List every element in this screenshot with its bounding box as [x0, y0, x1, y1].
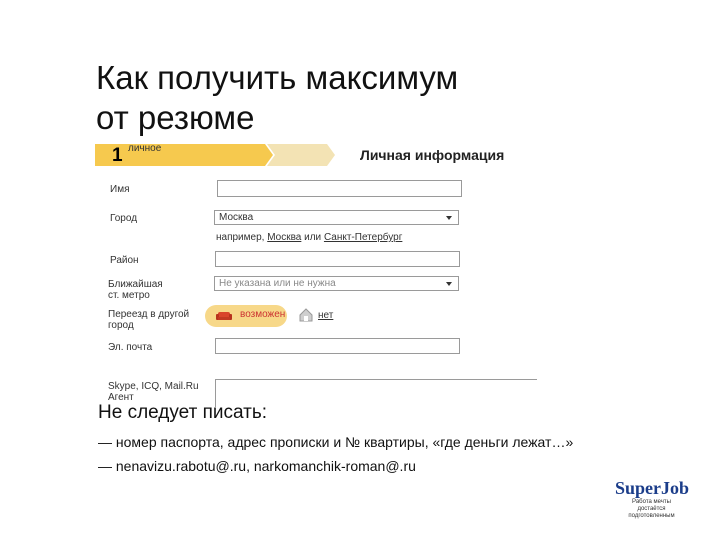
city-hint-link-moscow[interactable]: Москва — [267, 232, 301, 243]
section-title: Личная информация — [360, 147, 505, 163]
city-hint-prefix: например, — [216, 232, 265, 243]
relocate-label-line1: Переезд в другой — [108, 309, 190, 320]
im-label-line1: Skype, ICQ, Mail.Ru — [108, 381, 199, 392]
warning-bullet-2: — nenavizu.rabotu@.ru, narkomanchik-roma… — [98, 458, 416, 474]
metro-select[interactable]: Не указана или не нужна — [214, 276, 459, 291]
city-select-value: Москва — [219, 212, 254, 223]
slide-title: Как получить максимум от резюме — [96, 58, 458, 138]
district-input[interactable] — [215, 251, 460, 267]
metro-label: Ближайшая ст. метро — [108, 279, 163, 301]
relocate-yes-label: возможен — [240, 309, 286, 320]
city-select[interactable]: Москва — [214, 210, 459, 225]
name-label: Имя — [110, 184, 130, 195]
email-input[interactable] — [215, 338, 460, 354]
logo-job: Job — [661, 478, 690, 498]
step-number: 1 — [112, 145, 123, 166]
im-label: Skype, ICQ, Mail.Ru Агент — [108, 381, 199, 403]
email-label: Эл. почта — [108, 342, 153, 353]
city-hint: например, Москва или Санкт-Петербург — [216, 232, 402, 243]
city-hint-link-spb[interactable]: Санкт-Петербург — [324, 232, 402, 243]
relocate-label: Переезд в другой город — [108, 309, 189, 331]
metro-label-line1: Ближайшая — [108, 279, 163, 290]
warning-heading: Не следует писать: — [98, 402, 268, 423]
house-icon — [299, 308, 313, 322]
chevron-down-icon — [446, 282, 452, 286]
step-label: личное — [128, 143, 162, 154]
logo-tagline-line2: достаётся подготовленным — [628, 506, 675, 519]
district-label: Район — [110, 255, 139, 266]
logo-super: Super — [615, 478, 662, 498]
couch-icon — [216, 312, 232, 320]
relocate-label-line2: город — [108, 320, 134, 331]
city-label: Город — [110, 213, 138, 224]
superjob-logo: SuperJob — [615, 478, 689, 499]
chevron-down-icon — [446, 216, 452, 220]
slide-title-line1: Как получить максимум — [96, 59, 459, 96]
logo-tagline: Работа мечты достаётся подготовленным — [614, 499, 689, 520]
slide-title-line2: от резюме — [96, 99, 255, 136]
relocate-no-option[interactable]: нет — [318, 310, 333, 321]
logo-tagline-line1: Работа мечты — [632, 499, 671, 505]
metro-label-line2: ст. метро — [108, 290, 150, 301]
warning-bullet-1: — номер паспорта, адрес прописки и № ква… — [98, 434, 574, 450]
name-input[interactable] — [217, 180, 462, 197]
city-hint-mid: или — [304, 232, 322, 243]
metro-select-placeholder: Не указана или не нужна — [219, 278, 336, 289]
